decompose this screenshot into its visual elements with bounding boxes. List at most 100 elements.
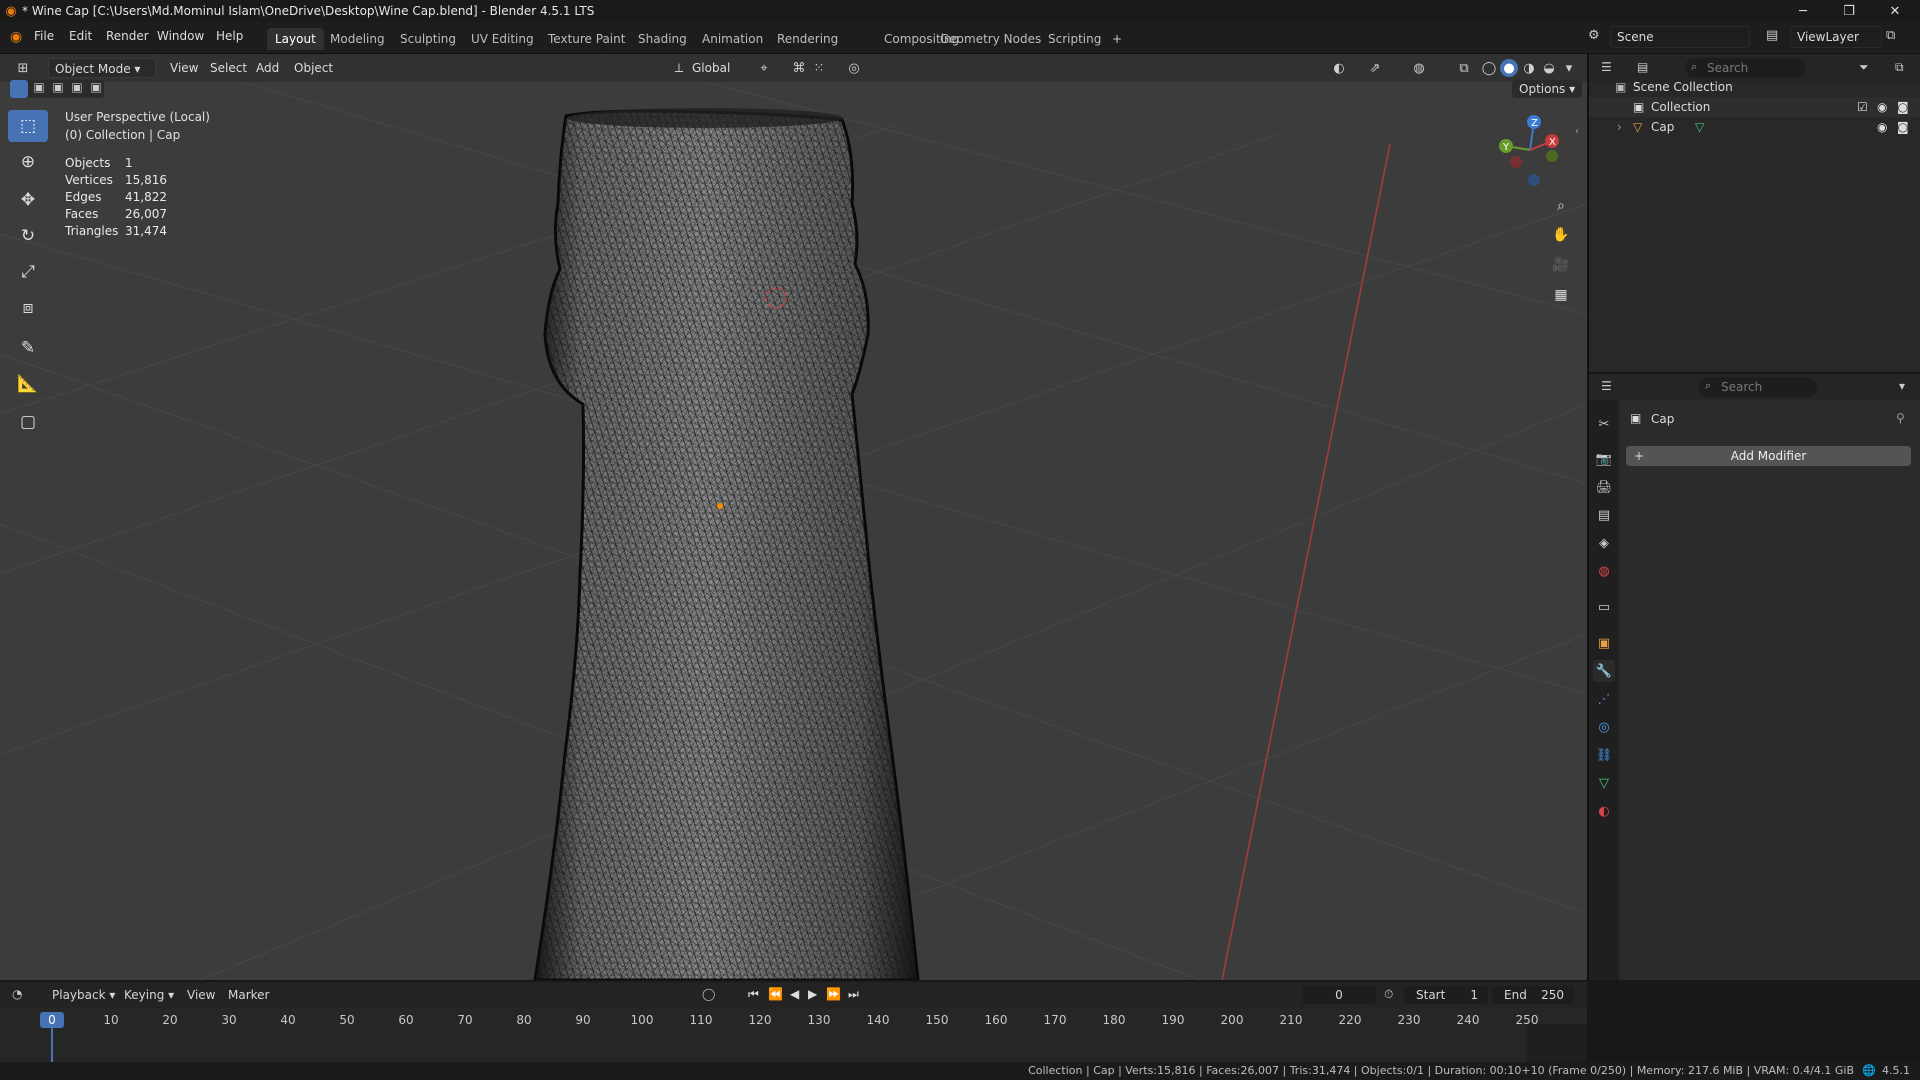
gizmo-toggle-icon[interactable]: ⇗	[1366, 59, 1384, 77]
add-cube-tool-icon[interactable]: ▢	[8, 406, 48, 438]
blender-menu-icon[interactable]: ◉	[10, 29, 22, 45]
exclude-checkbox-icon[interactable]: ☑	[1857, 97, 1868, 117]
annotate-tool-icon[interactable]: ✎	[8, 332, 48, 364]
gizmo-neg-z-icon[interactable]	[1528, 174, 1540, 186]
auto-keying-icon[interactable]: ◯	[702, 987, 715, 1001]
material-preview-icon[interactable]: ◑	[1520, 59, 1538, 77]
editor-type-icon[interactable]: ⊞	[14, 59, 32, 77]
new-collection-icon[interactable]: ⧉	[1895, 60, 1904, 75]
play-icon[interactable]: ▶	[808, 987, 817, 1001]
tab-sculpting[interactable]: Sculpting	[392, 28, 464, 50]
rotate-tool-icon[interactable]: ↻	[8, 220, 48, 252]
rendered-shading-icon[interactable]: ◒	[1540, 59, 1558, 77]
render-camera-icon[interactable]: ◙	[1897, 97, 1909, 117]
select-invert-icon[interactable]: ▣	[68, 80, 86, 98]
output-tab-icon[interactable]: 🖨	[1593, 476, 1615, 498]
pan-hand-icon[interactable]: ✋	[1548, 222, 1574, 248]
perspective-toggle-icon[interactable]: ▦	[1548, 282, 1574, 308]
object-mode-dropdown[interactable]: Object Mode ▾	[48, 58, 156, 78]
snap-target-icon[interactable]: ⁙	[810, 59, 828, 77]
select-subtract-icon[interactable]: ▣	[49, 80, 67, 98]
sidebar-toggle-icon[interactable]: ‹	[1575, 126, 1579, 137]
snap-icon[interactable]: ⌘	[790, 59, 808, 77]
wireframe-shading-icon[interactable]: ◯	[1480, 59, 1498, 77]
visibility-selectability-icon[interactable]: ◐	[1330, 59, 1348, 77]
menu-object[interactable]: Object	[288, 58, 339, 78]
menu-select[interactable]: Select	[204, 58, 253, 78]
visibility-eye-icon[interactable]: ◉	[1877, 97, 1887, 117]
material-tab-icon[interactable]: ◐	[1593, 800, 1615, 822]
pin-icon[interactable]: ⚲	[1896, 411, 1905, 425]
scene-tab-icon[interactable]: ◈	[1593, 532, 1615, 554]
tool-tab-icon[interactable]: ✂	[1593, 413, 1615, 435]
cursor-tool-icon[interactable]: ⊕	[8, 146, 48, 178]
3d-viewport[interactable]	[0, 54, 1587, 980]
display-mode-icon[interactable]: ▤	[1637, 60, 1648, 74]
outliner-item-collection[interactable]: ▣ Collection ☑ ◉ ◙	[1589, 97, 1920, 117]
tab-layout[interactable]: Layout	[267, 28, 324, 50]
zoom-icon[interactable]: ⌕	[1548, 193, 1574, 219]
transform-orientation-dropdown[interactable]: Global	[686, 58, 736, 78]
add-modifier-button[interactable]: + Add Modifier	[1626, 446, 1911, 466]
data-tab-icon[interactable]: ▽	[1593, 772, 1615, 794]
preview-range-icon[interactable]: ⏱	[1384, 987, 1393, 1002]
shading-dropdown-icon[interactable]: ▾	[1560, 59, 1578, 77]
xray-toggle-icon[interactable]: ⧉	[1455, 59, 1473, 77]
timeline-keying-menu[interactable]: Keying ▾	[124, 988, 174, 1002]
measure-tool-icon[interactable]: 📐	[8, 368, 48, 400]
filter-icon[interactable]: ⏷	[1859, 60, 1869, 75]
menu-add[interactable]: Add	[250, 58, 285, 78]
options-dropdown[interactable]: Options ▾	[1512, 80, 1583, 98]
physics-tab-icon[interactable]: ◎	[1593, 716, 1615, 738]
view-layer-tab-icon[interactable]: ▤	[1593, 504, 1615, 526]
timeline-view-menu[interactable]: View	[187, 988, 215, 1002]
tab-modeling[interactable]: Modeling	[322, 28, 393, 50]
end-frame-field[interactable]: End 250	[1492, 986, 1574, 1004]
select-box-tool-icon[interactable]: ⬚	[8, 110, 48, 142]
tab-texture-paint[interactable]: Texture Paint	[540, 28, 633, 50]
view-layer-selector[interactable]: ViewLayer	[1790, 26, 1882, 48]
timeline-marker-menu[interactable]: Marker	[228, 988, 269, 1002]
solid-shading-icon[interactable]: ●	[1500, 59, 1518, 77]
particles-tab-icon[interactable]: ⋰	[1593, 688, 1615, 710]
menu-edit[interactable]: Edit	[69, 29, 92, 43]
gizmo-neg-y-icon[interactable]	[1546, 150, 1558, 162]
tab-shading[interactable]: Shading	[630, 28, 695, 50]
tab-scripting[interactable]: Scripting	[1040, 28, 1109, 50]
expand-arrow-icon[interactable]: ›	[1617, 117, 1622, 137]
scene-selector[interactable]: Scene	[1610, 26, 1750, 48]
timeline-playback-menu[interactable]: Playback ▾	[52, 988, 115, 1002]
tab-animation[interactable]: Animation	[694, 28, 771, 50]
select-intersect-icon[interactable]: ▣	[87, 80, 105, 98]
cap-visibility-eye-icon[interactable]: ◉	[1877, 117, 1887, 137]
play-reverse-icon[interactable]: ◀	[790, 987, 799, 1001]
add-workspace-button[interactable]: +	[1104, 28, 1130, 50]
current-frame-field[interactable]: 0	[1302, 986, 1376, 1004]
language-globe-icon[interactable]: 🌐	[1862, 1062, 1876, 1080]
gizmo-neg-x-icon[interactable]	[1510, 156, 1522, 168]
overlays-toggle-icon[interactable]: ◍	[1410, 59, 1428, 77]
jump-keyframe-back-icon[interactable]: ⏪	[768, 987, 783, 1001]
tab-geometry-nodes[interactable]: Geometry Nodes	[932, 28, 1049, 50]
constraints-tab-icon[interactable]: ⛓	[1593, 744, 1615, 766]
outliner-editor-type-icon[interactable]: ☰	[1601, 60, 1612, 74]
close-button[interactable]: ✕	[1872, 0, 1918, 22]
world-tab-icon[interactable]: ◍	[1593, 560, 1615, 582]
jump-start-icon[interactable]: ⏮	[748, 987, 759, 1002]
properties-search-input[interactable]: Search	[1699, 377, 1817, 397]
outliner-scene-collection[interactable]: ▣ Scene Collection	[1589, 77, 1920, 97]
render-tab-icon[interactable]: 📷	[1593, 448, 1615, 470]
timeline-editor-type-icon[interactable]: ◔	[12, 987, 22, 1001]
collection-tab-icon[interactable]: ▭	[1593, 596, 1615, 618]
transform-tool-icon[interactable]: ⧈	[8, 292, 48, 324]
menu-window[interactable]: Window	[157, 29, 204, 43]
object-tab-icon[interactable]: ▣	[1593, 632, 1615, 654]
minimize-button[interactable]: ─	[1780, 0, 1826, 22]
tab-rendering[interactable]: Rendering	[769, 28, 846, 50]
camera-view-icon[interactable]: 🎥	[1548, 252, 1574, 278]
jump-keyframe-forward-icon[interactable]: ⏩	[826, 987, 841, 1001]
new-view-layer-icon[interactable]: ⧉	[1886, 28, 1895, 43]
cap-render-camera-icon[interactable]: ◙	[1897, 117, 1909, 137]
modifier-tab-icon[interactable]: 🔧	[1593, 660, 1615, 682]
menu-file[interactable]: File	[34, 29, 54, 43]
